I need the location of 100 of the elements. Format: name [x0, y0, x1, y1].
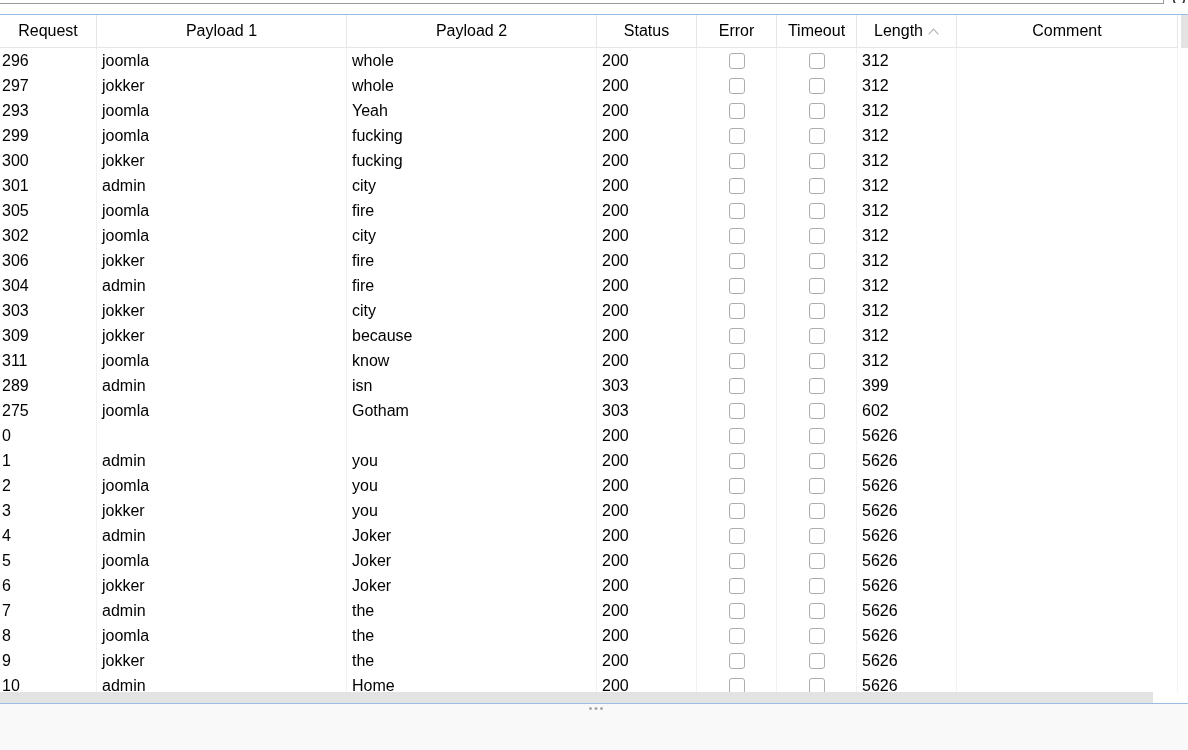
checkbox[interactable]: [808, 577, 825, 594]
checkbox[interactable]: [808, 527, 825, 544]
table-cell: 312: [857, 198, 957, 223]
table-cell: fire: [347, 248, 597, 273]
checkbox[interactable]: [808, 677, 825, 692]
checkbox[interactable]: [728, 577, 745, 594]
ring-icon[interactable]: [1173, 0, 1185, 3]
checkbox[interactable]: [728, 677, 745, 692]
checkbox[interactable]: [728, 177, 745, 194]
checkbox[interactable]: [808, 302, 825, 319]
table-cell: 312: [857, 98, 957, 123]
checkbox[interactable]: [728, 152, 745, 169]
table-cell: isn: [347, 373, 597, 398]
table-cell: 200: [597, 648, 697, 673]
table-cell: 312: [857, 273, 957, 298]
table-cell: 200: [597, 423, 697, 448]
checkbox[interactable]: [728, 477, 745, 494]
table-cell: 312: [857, 173, 957, 198]
table-cell: jokker: [97, 648, 347, 673]
table-cell: 7: [0, 598, 97, 623]
table-cell: Joker: [347, 548, 597, 573]
checkbox[interactable]: [808, 252, 825, 269]
checkbox[interactable]: [808, 52, 825, 69]
checkbox[interactable]: [808, 602, 825, 619]
table-cell: the: [347, 623, 597, 648]
table-cell: 312: [857, 248, 957, 273]
checkbox[interactable]: [808, 627, 825, 644]
checkbox[interactable]: [808, 377, 825, 394]
checkbox[interactable]: [728, 452, 745, 469]
table-cell: 602: [857, 398, 957, 423]
checkbox[interactable]: [808, 227, 825, 244]
checkbox[interactable]: [728, 602, 745, 619]
checkbox[interactable]: [808, 652, 825, 669]
table-cell: 5626: [857, 648, 957, 673]
checkbox[interactable]: [808, 327, 825, 344]
table-cell: 3: [0, 498, 97, 523]
checkbox[interactable]: [728, 227, 745, 244]
grip-icon[interactable]: [589, 707, 603, 710]
checkbox[interactable]: [728, 202, 745, 219]
table-cell: 200: [597, 48, 697, 73]
checkbox[interactable]: [728, 527, 745, 544]
checkbox[interactable]: [808, 77, 825, 94]
table-cell: whole: [347, 73, 597, 98]
checkbox[interactable]: [808, 127, 825, 144]
checkbox[interactable]: [808, 402, 825, 419]
checkbox[interactable]: [808, 152, 825, 169]
table-cell: fire: [347, 273, 597, 298]
table-cell: 301: [0, 173, 97, 198]
checkbox[interactable]: [728, 77, 745, 94]
checkbox[interactable]: [728, 427, 745, 444]
checkbox[interactable]: [808, 202, 825, 219]
table-cell: 312: [857, 48, 957, 73]
table-cell: 200: [597, 98, 697, 123]
table-cell: joomla: [97, 348, 347, 373]
checkbox[interactable]: [728, 102, 745, 119]
checkbox[interactable]: [808, 102, 825, 119]
checkbox[interactable]: [728, 127, 745, 144]
checkbox[interactable]: [808, 477, 825, 494]
checkbox[interactable]: [728, 352, 745, 369]
checkbox[interactable]: [728, 627, 745, 644]
checkbox[interactable]: [728, 402, 745, 419]
table-cell: 200: [597, 498, 697, 523]
checkbox[interactable]: [728, 327, 745, 344]
table-cell: 5626: [857, 498, 957, 523]
table-cell: 303: [0, 298, 97, 323]
table-cell: joomla: [97, 223, 347, 248]
table-cell: 312: [857, 323, 957, 348]
table-cell: 9: [0, 648, 97, 673]
table-cell: 306: [0, 248, 97, 273]
checkbox[interactable]: [728, 277, 745, 294]
table-cell: 5626: [857, 448, 957, 473]
table-cell: jokker: [97, 248, 347, 273]
horizontal-scrollbar-thumb[interactable]: [0, 692, 1153, 703]
table-cell: Yeah: [347, 98, 597, 123]
checkbox[interactable]: [728, 652, 745, 669]
checkbox[interactable]: [728, 52, 745, 69]
checkbox[interactable]: [808, 452, 825, 469]
checkbox[interactable]: [808, 352, 825, 369]
checkbox[interactable]: [728, 252, 745, 269]
vertical-scrollbar-thumb[interactable]: [1181, 15, 1188, 48]
checkbox[interactable]: [728, 302, 745, 319]
checkbox[interactable]: [808, 502, 825, 519]
checkbox[interactable]: [728, 502, 745, 519]
table-cell: 8: [0, 623, 97, 648]
checkbox[interactable]: [808, 552, 825, 569]
table-cell: 200: [597, 448, 697, 473]
checkbox[interactable]: [808, 427, 825, 444]
table-cell: 4: [0, 523, 97, 548]
table-cell: 312: [857, 148, 957, 173]
checkbox[interactable]: [728, 377, 745, 394]
table-cell: 5626: [857, 473, 957, 498]
table-cell: 200: [597, 523, 697, 548]
checkbox[interactable]: [808, 277, 825, 294]
table-cell: 296: [0, 48, 97, 73]
table-cell: 312: [857, 73, 957, 98]
table-cell: 200: [597, 298, 697, 323]
checkbox[interactable]: [728, 552, 745, 569]
table-cell: 5: [0, 548, 97, 573]
checkbox[interactable]: [808, 177, 825, 194]
table-cell: fire: [347, 198, 597, 223]
